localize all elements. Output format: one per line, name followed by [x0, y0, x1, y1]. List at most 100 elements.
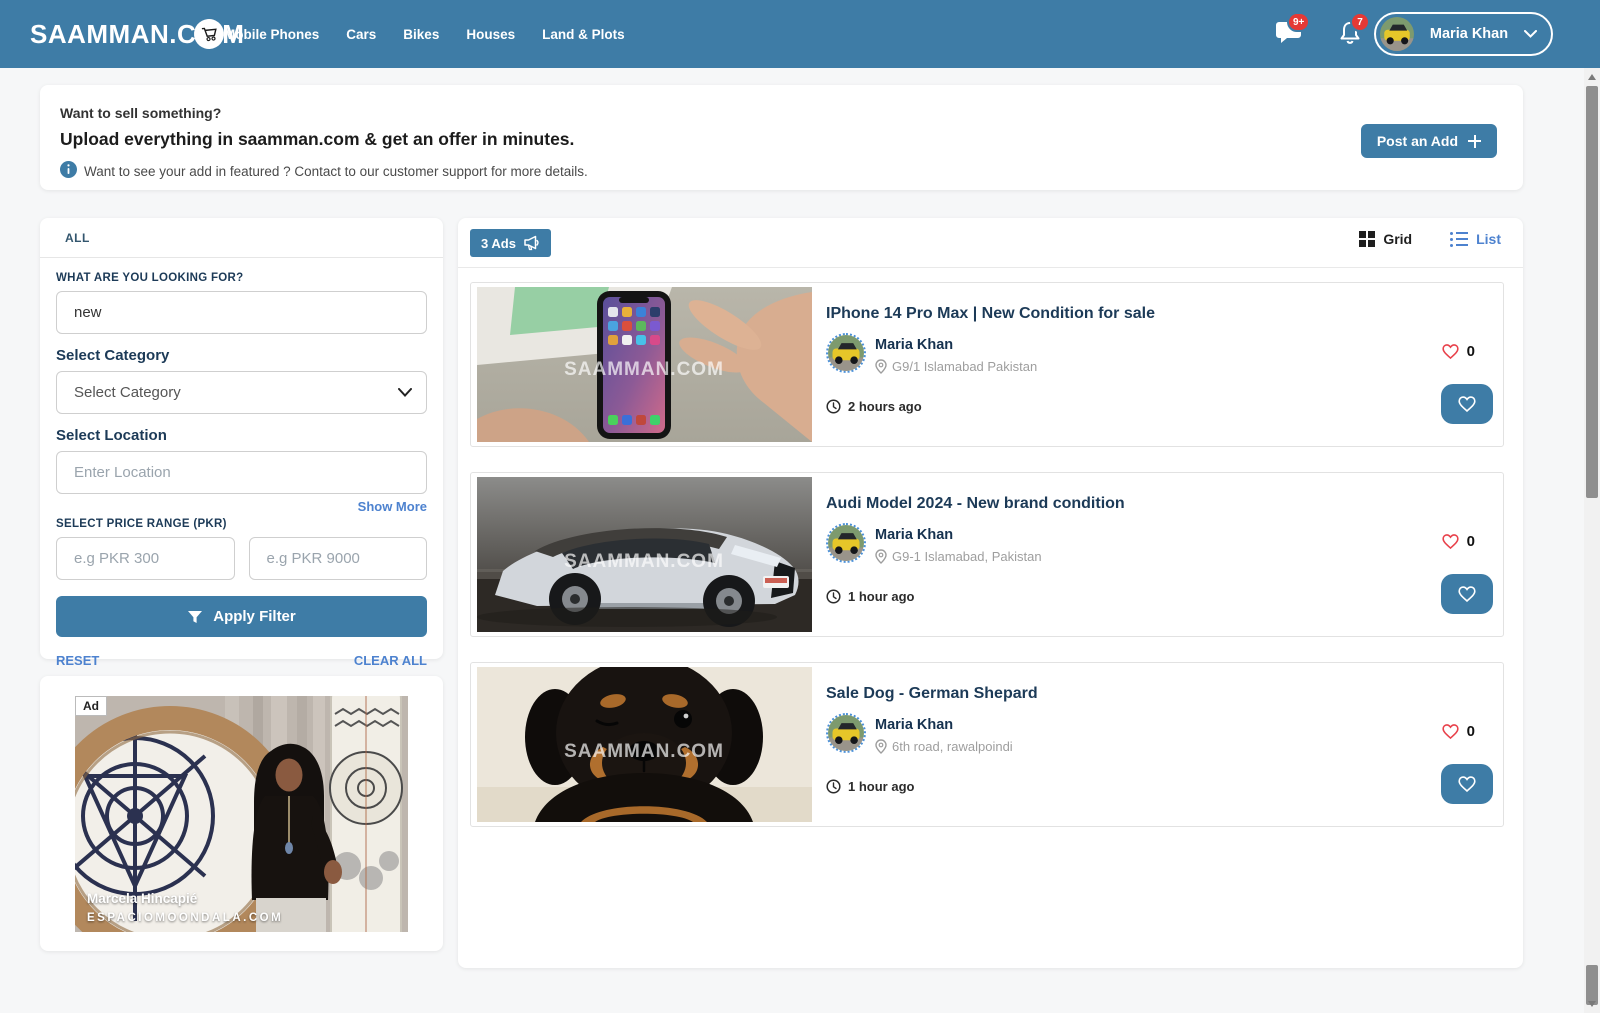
notification-badge: 7	[1350, 12, 1370, 32]
scroll-up-icon[interactable]	[1588, 74, 1596, 80]
listing-location: 6th road, rawalpoindi	[892, 739, 1013, 754]
location-pin-icon	[875, 359, 887, 374]
ad-site-url: ESPACIOMOONDALA.COM	[87, 912, 283, 924]
filter-tabs: ALL	[40, 218, 443, 258]
chat-button[interactable]: 9+	[1275, 20, 1302, 50]
listings-header: 3 Ads Grid List	[458, 218, 1523, 268]
apply-filter-label: Apply Filter	[213, 608, 296, 625]
scrollbar-thumb[interactable]	[1586, 86, 1598, 498]
favorite-button[interactable]	[1441, 764, 1493, 804]
nav-link-cars[interactable]: Cars	[346, 27, 376, 42]
listing-card-dog[interactable]: SAAMMAN.COM Sale Dog - German Shepard Ma…	[470, 662, 1504, 827]
listing-image-iphone: SAAMMAN.COM	[477, 287, 812, 442]
nav-link-houses[interactable]: Houses	[466, 27, 515, 42]
heart-icon	[1441, 343, 1460, 360]
user-avatar	[1380, 17, 1414, 51]
banner-info-text: Want to see your add in featured ? Conta…	[84, 164, 588, 179]
likes-count: 0	[1467, 723, 1475, 740]
favorite-button[interactable]	[1441, 384, 1493, 424]
search-input[interactable]	[56, 291, 427, 334]
funnel-icon	[187, 610, 203, 624]
ads-count-badge: 3 Ads	[470, 229, 551, 257]
nav-link-bikes[interactable]: Bikes	[403, 27, 439, 42]
listing-location: G9/1 Islamabad Pakistan	[892, 359, 1037, 374]
grid-view-label: Grid	[1383, 231, 1412, 247]
plus-icon	[1468, 135, 1481, 148]
clear-all-link[interactable]: CLEAR ALL	[354, 653, 427, 668]
post-an-add-label: Post an Add	[1377, 133, 1458, 149]
location-pin-icon	[875, 739, 887, 754]
seller-name: Maria Khan	[875, 337, 953, 353]
listing-time: 1 hour ago	[848, 779, 914, 794]
seller-avatar	[826, 523, 866, 563]
listing-time: 1 hour ago	[848, 589, 914, 604]
seller-avatar	[826, 713, 866, 753]
notifications-button[interactable]: 7	[1338, 20, 1362, 51]
listing-image-dog: SAAMMAN.COM	[477, 667, 812, 822]
location-input[interactable]	[56, 451, 427, 494]
tab-all[interactable]: ALL	[65, 231, 90, 245]
bell-icon	[1338, 33, 1362, 50]
listing-location: G9-1 Islamabad, Pakistan	[892, 549, 1042, 564]
listing-card-iphone[interactable]: SAAMMAN.COM IPhone 14 Pro Max | New Cond…	[470, 282, 1504, 447]
show-more-link[interactable]: Show More	[56, 499, 427, 514]
heart-icon	[1457, 775, 1477, 793]
price-max-input[interactable]	[249, 537, 428, 580]
grid-icon	[1359, 231, 1375, 247]
watermark-text: SAAMMAN.COM	[564, 551, 724, 572]
clock-icon	[826, 589, 841, 604]
nav-link-land-plots[interactable]: Land & Plots	[542, 27, 625, 42]
price-min-input[interactable]	[56, 537, 235, 580]
location-pin-icon	[875, 549, 887, 564]
advertisement-image[interactable]: Ad	[75, 696, 408, 932]
listing-title: Sale Dog - German Shepard	[826, 685, 1038, 703]
chevron-down-icon	[1524, 25, 1537, 43]
heart-icon	[1457, 395, 1477, 413]
chat-icon	[1275, 32, 1302, 49]
likes-count: 0	[1467, 533, 1475, 550]
nav-link-mobile-phones[interactable]: Mobile Phones	[224, 27, 319, 42]
heart-icon	[1441, 533, 1460, 550]
filter-panel: ALL WHAT ARE YOU LOOKING FOR? Select Cat…	[40, 218, 443, 659]
nav-links: Mobile Phones Cars Bikes Houses Land & P…	[224, 0, 625, 68]
post-an-add-button[interactable]: Post an Add	[1361, 124, 1497, 158]
cart-icon	[193, 18, 226, 51]
list-view-toggle[interactable]: List	[1450, 231, 1501, 247]
favorite-button[interactable]	[1441, 574, 1493, 614]
location-label: Select Location	[56, 427, 427, 444]
info-icon	[60, 161, 77, 181]
user-menu[interactable]: Maria Khan	[1374, 12, 1553, 56]
listing-card-car[interactable]: SAAMMAN.COM Audi Model 2024 - New brand …	[470, 472, 1504, 637]
page: SAAMMAN.C M Mobile Phones Cars Bikes Hou…	[0, 0, 1600, 1013]
chevron-down-icon	[398, 388, 412, 397]
reset-link[interactable]: RESET	[56, 653, 99, 668]
sell-banner: Want to sell something? Upload everythin…	[40, 85, 1523, 190]
site-logo[interactable]: SAAMMAN.C M	[30, 0, 244, 68]
seller-name: Maria Khan	[875, 527, 953, 543]
heart-icon	[1441, 723, 1460, 740]
search-label: WHAT ARE YOU LOOKING FOR?	[56, 272, 427, 284]
scrollbar-thumb-bottom[interactable]	[1586, 965, 1598, 1005]
page-scrollbar[interactable]	[1584, 68, 1600, 1013]
category-select[interactable]: Select Category	[56, 371, 427, 414]
listing-image-car: SAAMMAN.COM	[477, 477, 812, 632]
navbar: SAAMMAN.C M Mobile Phones Cars Bikes Hou…	[0, 0, 1600, 68]
list-view-label: List	[1476, 231, 1501, 247]
apply-filter-button[interactable]: Apply Filter	[56, 596, 427, 637]
banner-subheading: Upload everything in saamman.com & get a…	[60, 129, 574, 150]
listing-title: IPhone 14 Pro Max | New Condition for sa…	[826, 305, 1155, 323]
seller-avatar	[826, 333, 866, 373]
megaphone-icon	[523, 235, 540, 251]
clock-icon	[826, 779, 841, 794]
category-label: Select Category	[56, 347, 427, 364]
heart-icon	[1457, 585, 1477, 603]
watermark-text: SAAMMAN.COM	[564, 359, 724, 380]
banner-heading: Want to sell something?	[60, 105, 221, 121]
ad-badge: Ad	[75, 696, 107, 716]
scroll-down-icon[interactable]	[1588, 1001, 1596, 1007]
grid-view-toggle[interactable]: Grid	[1359, 231, 1412, 247]
category-select-value: Select Category	[74, 384, 181, 401]
chat-badge: 9+	[1287, 12, 1310, 32]
list-icon	[1450, 232, 1468, 247]
price-range-label: SELECT PRICE RANGE (PKR)	[56, 518, 427, 530]
